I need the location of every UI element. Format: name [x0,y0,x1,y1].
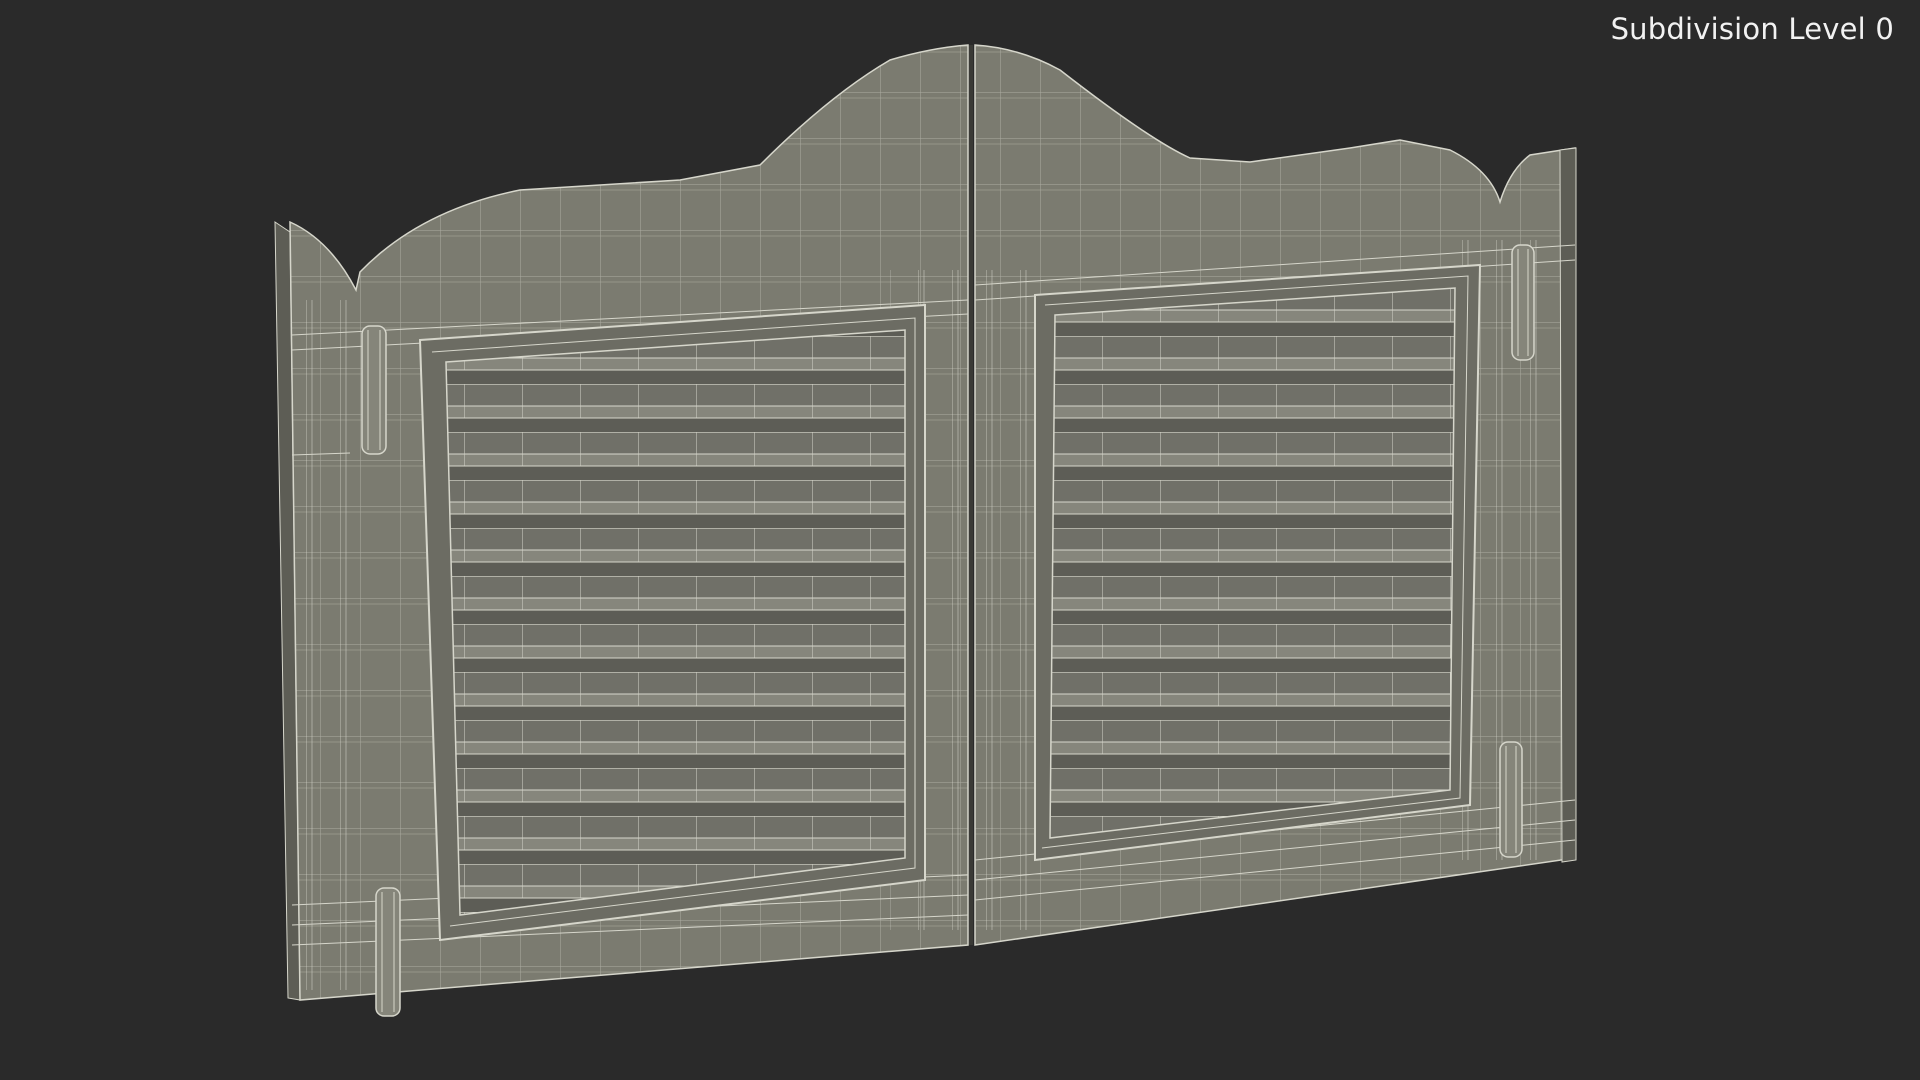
hinge-icon [375,887,401,1017]
right-louver-frame [1034,263,1482,862]
hinge-icon [1511,244,1535,361]
left-louver-frame [418,303,926,942]
hinge-icon [361,325,387,455]
hinge-icon [1499,741,1523,858]
subdivision-level-label: Subdivision Level 0 [1610,12,1894,46]
render-viewport [274,44,1577,1017]
